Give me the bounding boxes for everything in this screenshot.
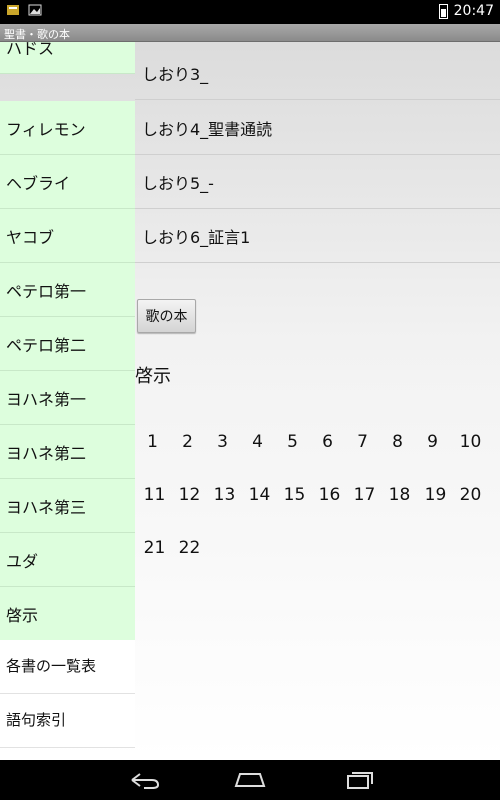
chapter-button[interactable]: 6 [310, 422, 345, 462]
sidebar-item-label: ペテロ第二 [6, 336, 87, 355]
bookmark-label: しおり4_聖書通読 [142, 120, 273, 139]
sidebar-item-label: フィレモン [6, 120, 86, 139]
bookmark-label: しおり6_証言1 [142, 228, 251, 247]
back-icon[interactable] [124, 768, 164, 792]
app-title: 聖書・歌の本 [4, 28, 70, 41]
chapter-button[interactable]: 9 [415, 422, 450, 462]
bookmark-item[interactable]: しおり3_ [135, 46, 500, 100]
sidebar-item-label: ユダ [6, 552, 39, 571]
status-bar: 20:47 [0, 0, 500, 24]
chapter-button[interactable]: 2 [170, 422, 205, 462]
chapter-button[interactable]: 12 [172, 475, 207, 515]
sidebar-item[interactable]: 啓示 [0, 587, 135, 641]
title-bar: 聖書・歌の本 [0, 24, 500, 42]
chapter-button[interactable]: 14 [242, 475, 277, 515]
chapter-button[interactable]: 5 [275, 422, 310, 462]
sidebar-item[interactable]: ヨハネ第一 [0, 371, 135, 425]
recent-apps-icon[interactable] [338, 768, 378, 792]
sidebar-item[interactable]: ハドス [0, 42, 135, 74]
sidebar-item[interactable]: フィレモン [0, 101, 135, 155]
song-book-button[interactable]: 歌の本 [137, 299, 196, 333]
chapter-button[interactable]: 1 [135, 422, 170, 462]
sidebar-item-label: 各書の一覧表 [6, 657, 97, 675]
chapter-button[interactable]: 10 [453, 422, 488, 462]
sidebar-item-label: 語句索引 [6, 711, 67, 729]
sidebar-item-label: ヤコブ [6, 228, 55, 247]
sidebar-item-label: ヨハネ第三 [6, 498, 87, 517]
sidebar-item[interactable]: ヨハネ第三 [0, 479, 135, 533]
sidebar-item-label: ヨハネ第一 [6, 390, 87, 409]
sidebar-item[interactable]: ユダ [0, 533, 135, 587]
clock: 20:47 [453, 3, 494, 19]
chapter-button[interactable]: 8 [380, 422, 415, 462]
system-nav-bar [0, 760, 500, 800]
sidebar-item-label: ハドス [6, 42, 55, 58]
chapter-button[interactable]: 22 [172, 528, 207, 568]
sidebar-item-label: ヘブライ [6, 174, 71, 193]
sidebar-item-label: ヨハネ第二 [6, 444, 87, 463]
sidebar-item-label: ペテロ第一 [6, 282, 87, 301]
bookmark-item[interactable]: しおり6_証言1 [135, 209, 500, 263]
bookmark-item[interactable]: しおり5_- [135, 155, 500, 209]
chapter-button[interactable]: 7 [345, 422, 380, 462]
book-list-sidebar[interactable]: ハドス フィレモン ヘブライ ヤコブ ペテロ第一 ペテロ第二 ヨハネ第一 ヨハネ… [0, 42, 135, 760]
content-area: しおり3_ しおり4_聖書通読 しおり5_- しおり6_証言1 歌の本 啓示 1… [0, 42, 500, 760]
chapter-button[interactable]: 20 [453, 475, 488, 515]
chapter-button[interactable]: 4 [240, 422, 275, 462]
book-title: 啓示 [135, 366, 171, 387]
sidebar-item-label: 啓示 [6, 606, 39, 625]
chapter-button[interactable]: 18 [382, 475, 417, 515]
chapter-button[interactable]: 19 [418, 475, 453, 515]
home-icon[interactable] [230, 768, 270, 792]
sidebar-item[interactable]: ヤコブ [0, 209, 135, 263]
chapter-button[interactable]: 17 [347, 475, 382, 515]
bookmark-label: しおり3_ [142, 65, 209, 84]
bookmark-item[interactable]: しおり4_聖書通読 [135, 101, 500, 155]
sidebar-item[interactable]: ペテロ第二 [0, 317, 135, 371]
app-notification-icon [7, 5, 19, 15]
image-notification-icon [28, 4, 42, 16]
bookmark-label: しおり5_- [142, 174, 214, 193]
sidebar-item-book-index[interactable]: 各書の一覧表 [0, 640, 135, 694]
sidebar-item[interactable]: ヨハネ第二 [0, 425, 135, 479]
chapter-button[interactable]: 13 [207, 475, 242, 515]
chapter-button[interactable]: 21 [137, 528, 172, 568]
chapter-button[interactable]: 16 [312, 475, 347, 515]
chapter-button[interactable]: 3 [205, 422, 240, 462]
battery-icon [438, 3, 448, 19]
sidebar-item[interactable]: ヘブライ [0, 155, 135, 209]
chapter-button[interactable]: 11 [137, 475, 172, 515]
chapter-button[interactable]: 15 [277, 475, 312, 515]
main-panel: しおり3_ しおり4_聖書通読 しおり5_- しおり6_証言1 歌の本 啓示 1… [135, 42, 500, 760]
sidebar-item[interactable]: ペテロ第一 [0, 263, 135, 317]
sidebar-item-concordance[interactable]: 語句索引 [0, 694, 135, 748]
